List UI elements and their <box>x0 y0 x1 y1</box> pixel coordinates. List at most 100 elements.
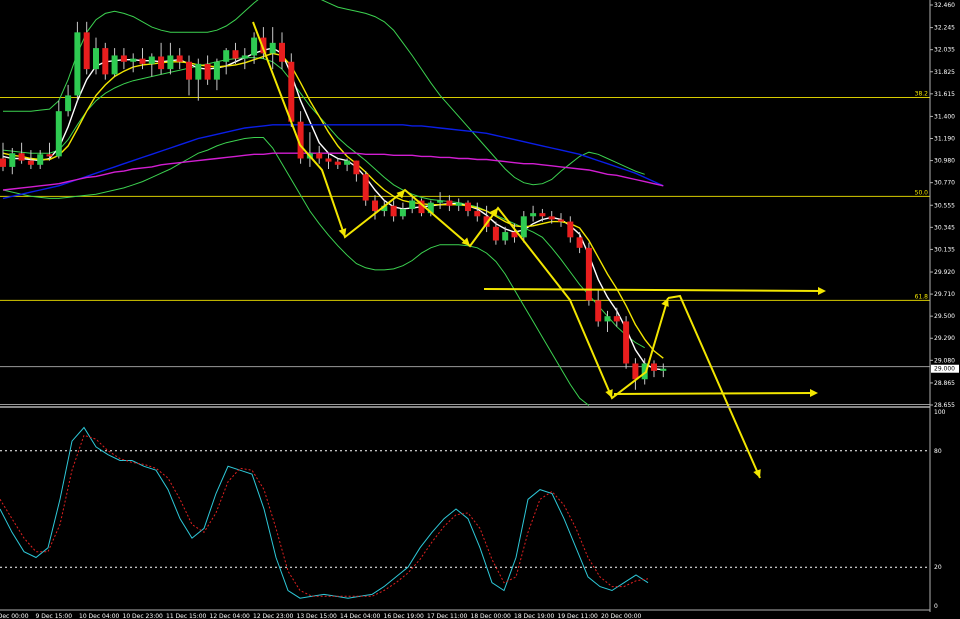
price-tick-label: 28.655 <box>934 402 955 409</box>
candle-bearish <box>585 247 592 301</box>
time-tick-label: 12 Dec 04:00 <box>210 613 251 619</box>
candle-bullish <box>130 58 137 62</box>
candle-bullish <box>55 111 62 157</box>
candle-bearish <box>372 200 378 212</box>
candle-bearish <box>558 219 564 222</box>
candle-bullish <box>93 48 99 70</box>
candle-bearish <box>623 321 630 364</box>
time-tick-label: 13 Dec 15:00 <box>297 613 338 619</box>
candle-bullish <box>344 160 351 165</box>
candle-bearish <box>232 50 239 59</box>
time-tick-label: 17 Dec 11:00 <box>427 613 468 619</box>
price-tick-label: 32.245 <box>934 25 955 32</box>
time-tick-label: 18 Dec 00:00 <box>471 613 512 619</box>
candle-bearish <box>548 216 555 220</box>
candle-bullish <box>409 200 416 209</box>
candle-bullish <box>455 202 462 206</box>
candle-bearish <box>204 63 211 80</box>
candle-bearish <box>632 363 639 380</box>
candle-bearish <box>102 48 109 75</box>
candle-bullish <box>520 216 527 238</box>
candle-bullish <box>167 55 174 70</box>
price-tick-label: 31.400 <box>934 113 955 120</box>
candle-bullish <box>9 153 16 167</box>
candle-bullish <box>74 32 81 96</box>
time-tick-label: 10 Dec 23:00 <box>123 613 164 619</box>
candle-bearish <box>362 174 369 201</box>
candle-bearish <box>353 160 360 175</box>
candle-bullish <box>111 55 118 75</box>
chart-background <box>0 0 960 619</box>
candle-bearish <box>465 202 471 212</box>
candle-bearish <box>27 160 34 165</box>
fib-level-label: 50.0 <box>915 189 929 196</box>
candle-bullish <box>223 50 230 62</box>
time-tick-label: 12 Dec 23:00 <box>253 613 294 619</box>
time-tick-label: 10 Dec 04:00 <box>79 613 120 619</box>
price-tick-label: 29.080 <box>934 357 955 364</box>
candle-bearish <box>613 316 620 322</box>
candle-bearish <box>492 226 499 241</box>
price-tick-label: 29.290 <box>934 335 955 342</box>
time-tick-label: 11 Dec 15:00 <box>166 613 207 619</box>
forex-chart: 38.2 50.0 61.8 32.460 32.245 32.035 31.825 31.… <box>0 0 960 619</box>
oscillator-tick-label: 100 <box>934 409 946 416</box>
candle-bullish <box>530 213 537 217</box>
oscillator-tick-label: 20 <box>934 564 942 571</box>
price-tick-label: 31.825 <box>934 69 955 76</box>
candle-bullish <box>660 368 667 371</box>
candle-bearish <box>288 61 295 122</box>
candle-bullish <box>399 208 406 217</box>
time-tick-label: 19 Dec 11:00 <box>558 613 599 619</box>
target-arrow-lower <box>613 392 815 395</box>
candle-bearish <box>567 221 574 238</box>
candle-bearish <box>18 153 25 161</box>
price-tick-label: 30.980 <box>934 158 955 165</box>
candle-bearish <box>651 363 657 371</box>
time-tick-label: 18 Dec 19:00 <box>514 613 555 619</box>
candle-bearish <box>474 211 481 217</box>
candle-bearish <box>279 42 285 62</box>
candle-bullish <box>213 61 220 80</box>
candle-bearish <box>316 153 323 159</box>
candle-bullish <box>604 316 611 322</box>
price-tick-label: 32.460 <box>934 2 955 9</box>
fib-level-label: 61.8 <box>915 293 929 300</box>
candle-bearish <box>186 61 192 80</box>
candle-bearish <box>539 213 546 217</box>
candle-bearish <box>334 161 341 165</box>
candle-bullish <box>65 95 72 112</box>
candle-bearish <box>325 158 332 162</box>
candle-bearish <box>176 55 183 62</box>
candle-bullish <box>37 154 44 165</box>
oscillator-tick-label: 80 <box>934 448 942 455</box>
candle-bearish <box>120 55 127 62</box>
candle-bullish <box>195 63 202 80</box>
candle-bearish <box>390 205 397 217</box>
candle-bullish <box>148 56 155 64</box>
price-tick-label: 28.865 <box>934 380 955 387</box>
candle-bearish <box>83 32 90 70</box>
candle-bearish <box>46 154 53 157</box>
price-tick-label: 29.500 <box>934 313 955 320</box>
candle-bullish <box>502 232 509 241</box>
time-tick-label: 7 Dec 00:00 <box>0 613 29 619</box>
current-price-label: 29.000 <box>934 366 955 373</box>
price-tick-label: 30.135 <box>934 246 955 253</box>
candle-bearish <box>0 158 6 167</box>
price-tick-label: 29.710 <box>934 291 955 298</box>
time-tick-label: 16 Dec 19:00 <box>384 613 425 619</box>
candle-bearish <box>139 58 146 64</box>
candle-bullish <box>241 55 248 59</box>
oscillator-tick-label: 0 <box>934 603 938 610</box>
fib-level-label: 38.2 <box>915 91 929 98</box>
price-tick-label: 30.770 <box>934 180 955 187</box>
price-tick-label: 31.615 <box>934 91 955 98</box>
time-tick-label: 14 Dec 04:00 <box>340 613 381 619</box>
candle-bearish <box>158 56 165 70</box>
price-tick-label: 30.555 <box>934 202 955 209</box>
candle-bullish <box>269 42 276 54</box>
candle-bearish <box>446 200 453 206</box>
price-tick-label: 31.190 <box>934 136 955 143</box>
price-tick-label: 30.345 <box>934 224 955 231</box>
